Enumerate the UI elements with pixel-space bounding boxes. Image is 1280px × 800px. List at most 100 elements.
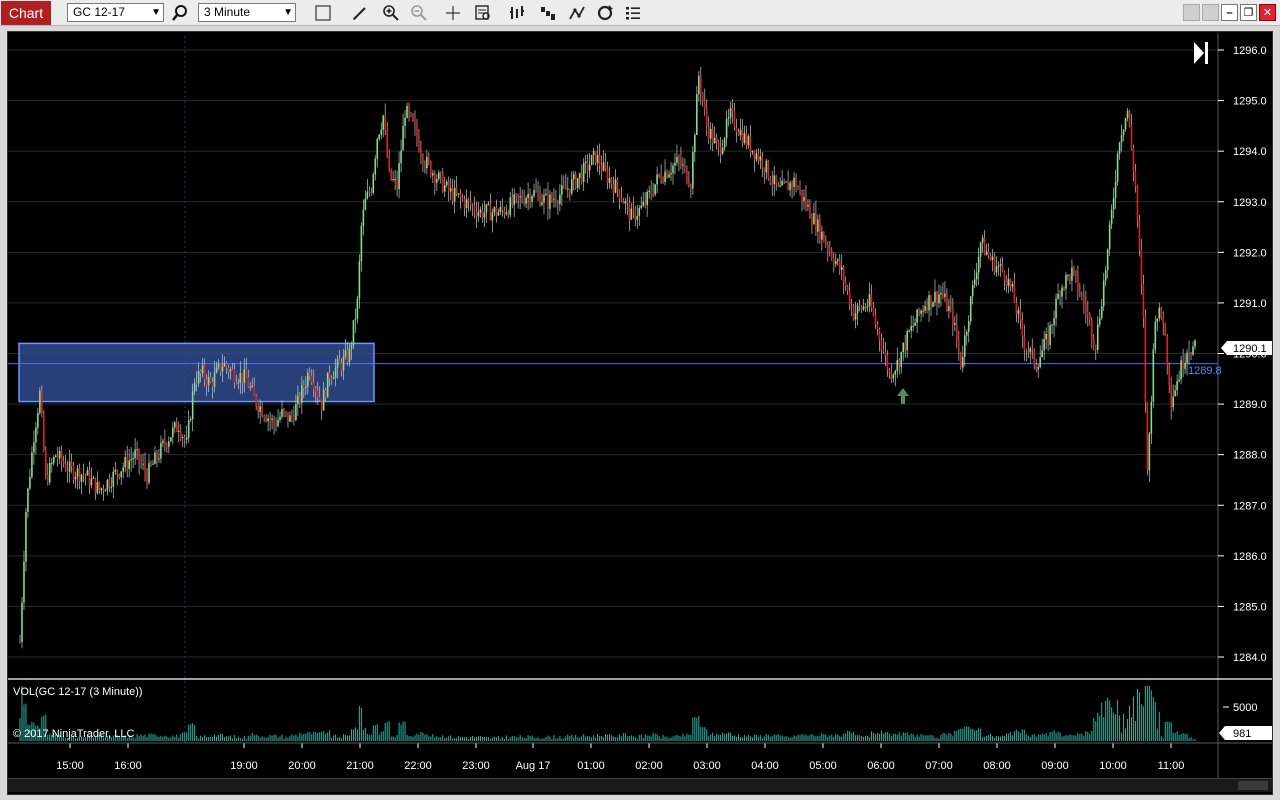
candle-body — [328, 372, 331, 379]
candle-body — [916, 309, 918, 323]
candle-body — [1079, 291, 1081, 295]
candle-body — [481, 209, 484, 218]
candle-body — [179, 430, 182, 438]
candle-body — [402, 126, 404, 151]
candle-body — [612, 183, 615, 193]
candle-body — [767, 160, 770, 179]
candle-body — [370, 192, 373, 194]
candle-body — [604, 162, 607, 169]
candle-body — [572, 173, 575, 180]
candle-body — [1015, 302, 1018, 314]
candle-body — [963, 335, 966, 357]
price-axis[interactable]: 1296.0 1295.0 1294.0 1293.0 1292.0 1291.0 1290… — [1217, 33, 1267, 778]
candle-body — [912, 325, 914, 327]
candle-body — [694, 134, 696, 153]
candle-body — [62, 461, 65, 465]
candle-body — [618, 189, 621, 199]
candle-body — [952, 307, 954, 325]
candle-body — [936, 291, 938, 304]
candle-body — [1156, 318, 1159, 322]
candle-body — [1112, 197, 1115, 210]
candle-body — [705, 108, 708, 127]
candle-body — [946, 293, 948, 311]
candle-body — [866, 306, 869, 308]
candle-body — [394, 178, 396, 180]
candle-body — [122, 467, 125, 472]
candle-body — [245, 369, 248, 378]
candle-body — [1067, 274, 1069, 276]
price-tick-label: 1294.0 — [1233, 146, 1267, 158]
candle-body — [1069, 274, 1071, 281]
last-price-flag: 1290.1 — [1221, 341, 1272, 355]
candle-body — [922, 310, 924, 312]
candle-body — [545, 193, 547, 196]
candle-body — [511, 197, 514, 205]
candle-body — [388, 156, 390, 170]
candle-body — [543, 195, 545, 203]
candle-body — [219, 363, 222, 372]
up-arrow-icon[interactable] — [897, 388, 909, 404]
time-axis[interactable]: 15:00 16:00 19:00 20:00 21:00 22:00 23:00 Aug 1… — [56, 743, 1184, 772]
candle-body — [318, 396, 321, 401]
candle-body — [88, 470, 91, 486]
candle-body — [130, 459, 132, 461]
candle-body — [1039, 357, 1041, 368]
candle-body — [308, 372, 311, 376]
horizontal-scrollbar[interactable] — [8, 778, 1272, 792]
candle-body — [430, 161, 432, 176]
candle-body — [1083, 295, 1085, 303]
candle-body — [775, 175, 778, 185]
candle-body — [523, 200, 525, 204]
candle-body — [880, 340, 883, 351]
candle-body — [362, 209, 365, 226]
candle-body — [475, 211, 478, 217]
candle-body — [465, 199, 468, 209]
time-tick-label: 07:00 — [925, 760, 953, 772]
candle-body — [821, 231, 823, 240]
candle-body — [1073, 267, 1075, 271]
candle-body — [94, 477, 97, 494]
candle-body — [293, 415, 295, 421]
candle-body — [1182, 360, 1184, 369]
chart-canvas[interactable]: 1296.0 1295.0 1294.0 1293.0 1292.0 1291.0 1290… — [0, 0, 1280, 800]
candle-body — [600, 165, 603, 171]
candle-body — [823, 231, 825, 242]
candle-body — [257, 406, 259, 412]
candle-body — [384, 115, 387, 130]
candle-body — [507, 212, 510, 216]
candle-body — [110, 486, 113, 488]
candle-body — [360, 225, 363, 262]
candle-body — [721, 147, 724, 154]
time-tick-label: 19:00 — [230, 760, 258, 772]
candle-body — [1162, 317, 1165, 324]
candle-body — [570, 179, 573, 194]
candle-body — [761, 156, 764, 169]
candle-body — [273, 418, 275, 425]
time-tick-label: 01:00 — [577, 760, 605, 772]
panel-separator[interactable] — [8, 678, 1272, 744]
candle-body — [291, 415, 293, 417]
candle-body — [987, 251, 990, 256]
candle-body — [501, 207, 504, 210]
time-tick-label: 23:00 — [462, 760, 490, 772]
volume-series — [19, 686, 1196, 741]
candle-body — [578, 172, 581, 179]
candle-body — [1059, 293, 1061, 297]
candle-body — [799, 189, 801, 191]
candle-body — [682, 164, 684, 166]
candle-body — [765, 160, 768, 173]
candle-body — [582, 162, 585, 182]
candle-body — [58, 450, 61, 459]
candle-body — [457, 193, 460, 195]
scroll-end-icon[interactable] — [1194, 42, 1208, 64]
scrollbar-thumb[interactable] — [1238, 781, 1268, 790]
candle-body — [997, 265, 1000, 267]
candle-body — [529, 193, 531, 202]
candle-body — [203, 365, 206, 380]
candle-body — [602, 162, 605, 171]
candle-body — [1077, 275, 1079, 292]
candle-body — [882, 350, 885, 352]
candle-body — [1019, 310, 1022, 320]
candle-body — [445, 181, 448, 186]
candle-body — [735, 127, 738, 133]
